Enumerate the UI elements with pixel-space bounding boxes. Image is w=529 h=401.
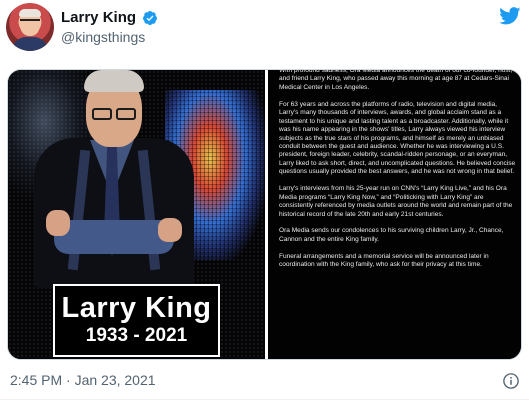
statement-paragraph: With profound sadness, Ora Media announc… xyxy=(279,70,513,91)
tweet-media[interactable]: Larry King 1933 - 2021 With profound sad… xyxy=(7,69,522,360)
avatar-shirt xyxy=(12,37,48,51)
verified-badge-icon xyxy=(143,10,158,25)
memorial-photo[interactable]: Larry King 1933 - 2021 xyxy=(8,70,265,359)
author-name-row[interactable]: Larry King xyxy=(61,9,158,26)
avatar-hair xyxy=(19,9,41,17)
author-handle[interactable]: @kingsthings xyxy=(61,29,145,45)
portrait-glasses-left xyxy=(92,108,112,120)
tweet-timestamp[interactable]: 2:45 PM · Jan 23, 2021 xyxy=(10,372,156,388)
nameplate-name: Larry King xyxy=(61,292,212,324)
twitter-bird-icon[interactable] xyxy=(499,7,521,25)
portrait-hair xyxy=(84,70,144,92)
portrait-hand-right xyxy=(158,218,182,242)
statement-paragraph: For 63 years and across the platforms of… xyxy=(279,100,516,176)
memorial-nameplate: Larry King 1933 - 2021 xyxy=(53,284,220,357)
portrait-glasses-right xyxy=(116,108,136,120)
statement-text: With profound sadness, Ora Media announc… xyxy=(279,70,517,278)
portrait-crossed-arms xyxy=(54,220,174,254)
portrait-hand-left xyxy=(46,210,70,236)
info-icon[interactable] xyxy=(502,372,520,390)
footer-divider xyxy=(0,399,529,400)
author-display-name[interactable]: Larry King xyxy=(61,9,136,26)
tweet-header: Larry King @kingsthings xyxy=(0,0,529,60)
statement-paragraph: Larry's interviews from his 25-year run … xyxy=(279,185,513,218)
avatar-glasses xyxy=(20,19,40,24)
statement-paragraph: Funeral arrangements and a memorial serv… xyxy=(279,252,489,269)
avatar[interactable] xyxy=(6,3,54,51)
statement-image[interactable]: With profound sadness, Ora Media announc… xyxy=(268,70,521,359)
nameplate-years: 1933 - 2021 xyxy=(85,325,188,346)
statement-paragraph: Ora Media sends our condolences to his s… xyxy=(279,227,504,243)
